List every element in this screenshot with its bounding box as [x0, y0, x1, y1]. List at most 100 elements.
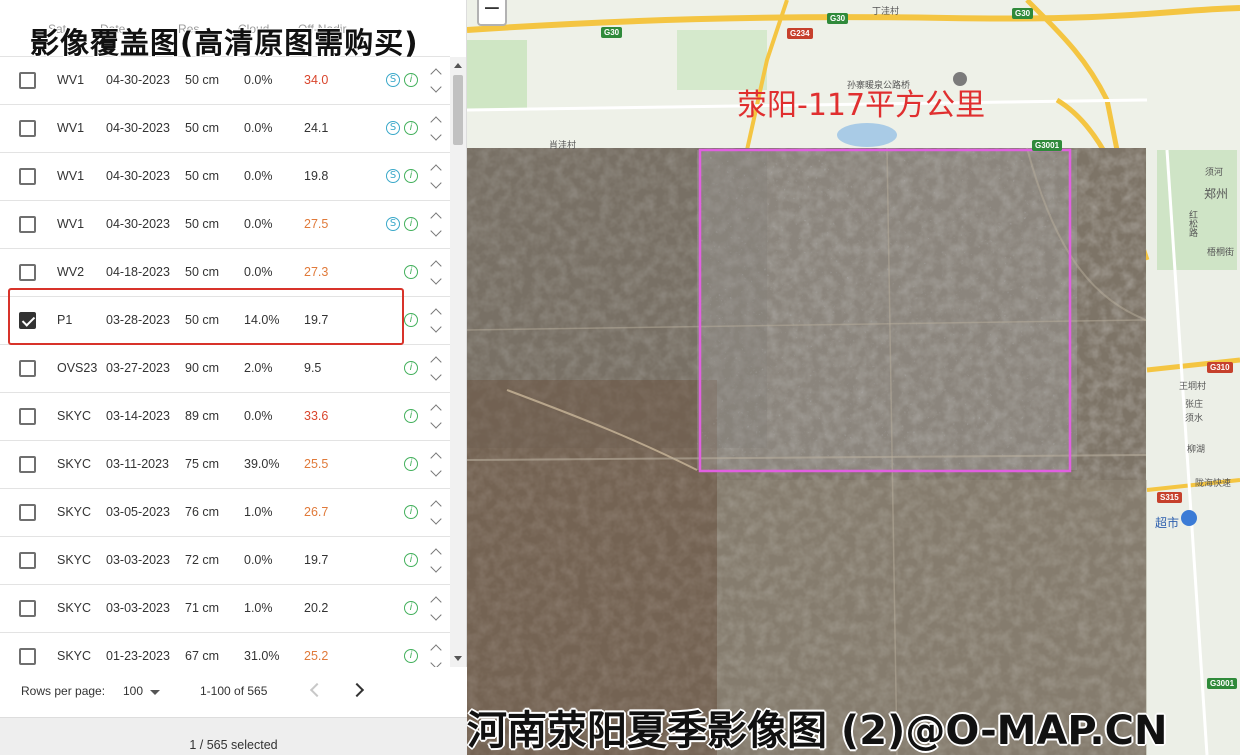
chevron-down-icon[interactable] [430, 465, 442, 477]
table-row[interactable]: P1 03-28-2023 50 cm 14.0% 19.7 i [0, 297, 450, 345]
info-icon[interactable]: i [404, 217, 418, 231]
row-checkbox[interactable] [19, 600, 36, 617]
row-reorder-control[interactable] [430, 595, 444, 625]
row-checkbox[interactable] [19, 168, 36, 185]
chevron-up-icon[interactable] [430, 500, 442, 512]
table-scrollbar[interactable] [450, 57, 466, 667]
zoom-out-button[interactable]: − [477, 0, 507, 26]
row-checkbox[interactable] [19, 456, 36, 473]
scroll-thumb[interactable] [453, 75, 463, 145]
info-icon[interactable]: i [404, 265, 418, 279]
cell-resolution: 90 cm [185, 361, 220, 375]
rows-per-page-select[interactable]: 100 [123, 684, 143, 698]
cell-sat: SKYC [57, 649, 92, 663]
row-reorder-control[interactable] [430, 643, 444, 667]
chevron-up-icon[interactable] [430, 308, 442, 320]
info-icon[interactable]: i [404, 121, 418, 135]
stereo-icon[interactable]: S [386, 169, 400, 183]
row-checkbox[interactable] [19, 264, 36, 281]
chevron-up-icon[interactable] [430, 356, 442, 368]
chevron-down-icon[interactable] [430, 225, 442, 237]
table-row[interactable]: WV2 04-18-2023 50 cm 0.0% 27.3 i [0, 249, 450, 297]
chevron-down-icon[interactable] [430, 129, 442, 141]
map-view[interactable]: − G30 G30 G30 G234 G3001 G310 S315 G3001… [467, 0, 1240, 755]
table-row[interactable]: SKYC 03-05-2023 76 cm 1.0% 26.7 i [0, 489, 450, 537]
row-checkbox[interactable] [19, 552, 36, 569]
cell-sat: SKYC [57, 457, 92, 471]
row-checkbox[interactable] [19, 312, 36, 329]
chevron-up-icon[interactable] [430, 116, 442, 128]
row-checkbox[interactable] [19, 216, 36, 233]
chevron-up-icon[interactable] [430, 596, 442, 608]
info-icon[interactable]: i [404, 409, 418, 423]
info-icon[interactable]: i [404, 601, 418, 615]
chevron-down-icon[interactable] [430, 561, 442, 573]
scroll-up-icon[interactable] [454, 63, 462, 68]
table-row[interactable]: OVS23 03-27-2023 90 cm 2.0% 9.5 i [0, 345, 450, 393]
row-checkbox[interactable] [19, 360, 36, 377]
chevron-up-icon[interactable] [430, 68, 442, 80]
row-checkbox[interactable] [19, 120, 36, 137]
row-reorder-control[interactable] [430, 499, 444, 529]
stereo-icon[interactable]: S [386, 217, 400, 231]
chevron-down-icon[interactable] [430, 609, 442, 621]
chevron-up-icon[interactable] [430, 260, 442, 272]
info-icon[interactable]: i [404, 73, 418, 87]
row-reorder-control[interactable] [430, 547, 444, 577]
scroll-down-icon[interactable] [454, 656, 462, 661]
info-icon[interactable]: i [404, 649, 418, 663]
table-row[interactable]: SKYC 03-14-2023 89 cm 0.0% 33.6 i [0, 393, 450, 441]
info-icon[interactable]: i [404, 361, 418, 375]
chevron-down-icon[interactable] [430, 177, 442, 189]
row-reorder-control[interactable] [430, 355, 444, 385]
chevron-down-icon[interactable] [430, 513, 442, 525]
chevron-up-icon[interactable] [430, 404, 442, 416]
previous-page-button[interactable] [309, 682, 325, 698]
chevron-down-icon[interactable] [430, 417, 442, 429]
table-row[interactable]: WV1 04-30-2023 50 cm 0.0% 27.5 Si [0, 201, 450, 249]
cell-resolution: 76 cm [185, 505, 220, 519]
info-icon[interactable]: i [404, 313, 418, 327]
chevron-down-icon[interactable] [430, 369, 442, 381]
info-icon[interactable]: i [404, 505, 418, 519]
table-row[interactable]: SKYC 03-11-2023 75 cm 39.0% 25.5 i [0, 441, 450, 489]
info-icon[interactable]: i [404, 169, 418, 183]
stereo-icon[interactable]: S [386, 121, 400, 135]
table-row[interactable]: SKYC 03-03-2023 72 cm 0.0% 19.7 i [0, 537, 450, 585]
row-reorder-control[interactable] [430, 307, 444, 337]
info-icon[interactable]: i [404, 457, 418, 471]
row-checkbox[interactable] [19, 504, 36, 521]
cell-date: 03-03-2023 [106, 553, 170, 567]
row-reorder-control[interactable] [430, 115, 444, 145]
row-reorder-control[interactable] [430, 451, 444, 481]
chevron-down-icon[interactable] [430, 273, 442, 285]
chevron-down-icon[interactable] [430, 321, 442, 333]
table-row[interactable]: SKYC 03-03-2023 71 cm 1.0% 20.2 i [0, 585, 450, 633]
chevron-up-icon[interactable] [430, 164, 442, 176]
area-size-label: 荥阳-117平方公里 [737, 88, 986, 123]
table-row[interactable]: WV1 04-30-2023 50 cm 0.0% 34.0 Si [0, 57, 450, 105]
stereo-icon[interactable]: S [386, 73, 400, 87]
info-icon[interactable]: i [404, 553, 418, 567]
row-checkbox[interactable] [19, 648, 36, 665]
row-reorder-control[interactable] [430, 163, 444, 193]
caret-down-icon[interactable] [150, 690, 160, 695]
row-reorder-control[interactable] [430, 211, 444, 241]
table-row[interactable]: SKYC 01-23-2023 67 cm 31.0% 25.2 i [0, 633, 450, 667]
row-checkbox[interactable] [19, 72, 36, 89]
chevron-down-icon[interactable] [430, 81, 442, 93]
row-checkbox[interactable] [19, 408, 36, 425]
chevron-up-icon[interactable] [430, 212, 442, 224]
row-reorder-control[interactable] [430, 67, 444, 97]
shop-pin-icon[interactable] [1181, 510, 1197, 526]
chevron-up-icon[interactable] [430, 452, 442, 464]
row-reorder-control[interactable] [430, 403, 444, 433]
chevron-down-icon[interactable] [430, 657, 442, 667]
cell-sat: WV1 [57, 121, 85, 135]
row-reorder-control[interactable] [430, 259, 444, 289]
table-row[interactable]: WV1 04-30-2023 50 cm 0.0% 24.1 Si [0, 105, 450, 153]
table-row[interactable]: WV1 04-30-2023 50 cm 0.0% 19.8 Si [0, 153, 450, 201]
chevron-up-icon[interactable] [430, 644, 442, 656]
chevron-up-icon[interactable] [430, 548, 442, 560]
next-page-button[interactable] [349, 682, 365, 698]
